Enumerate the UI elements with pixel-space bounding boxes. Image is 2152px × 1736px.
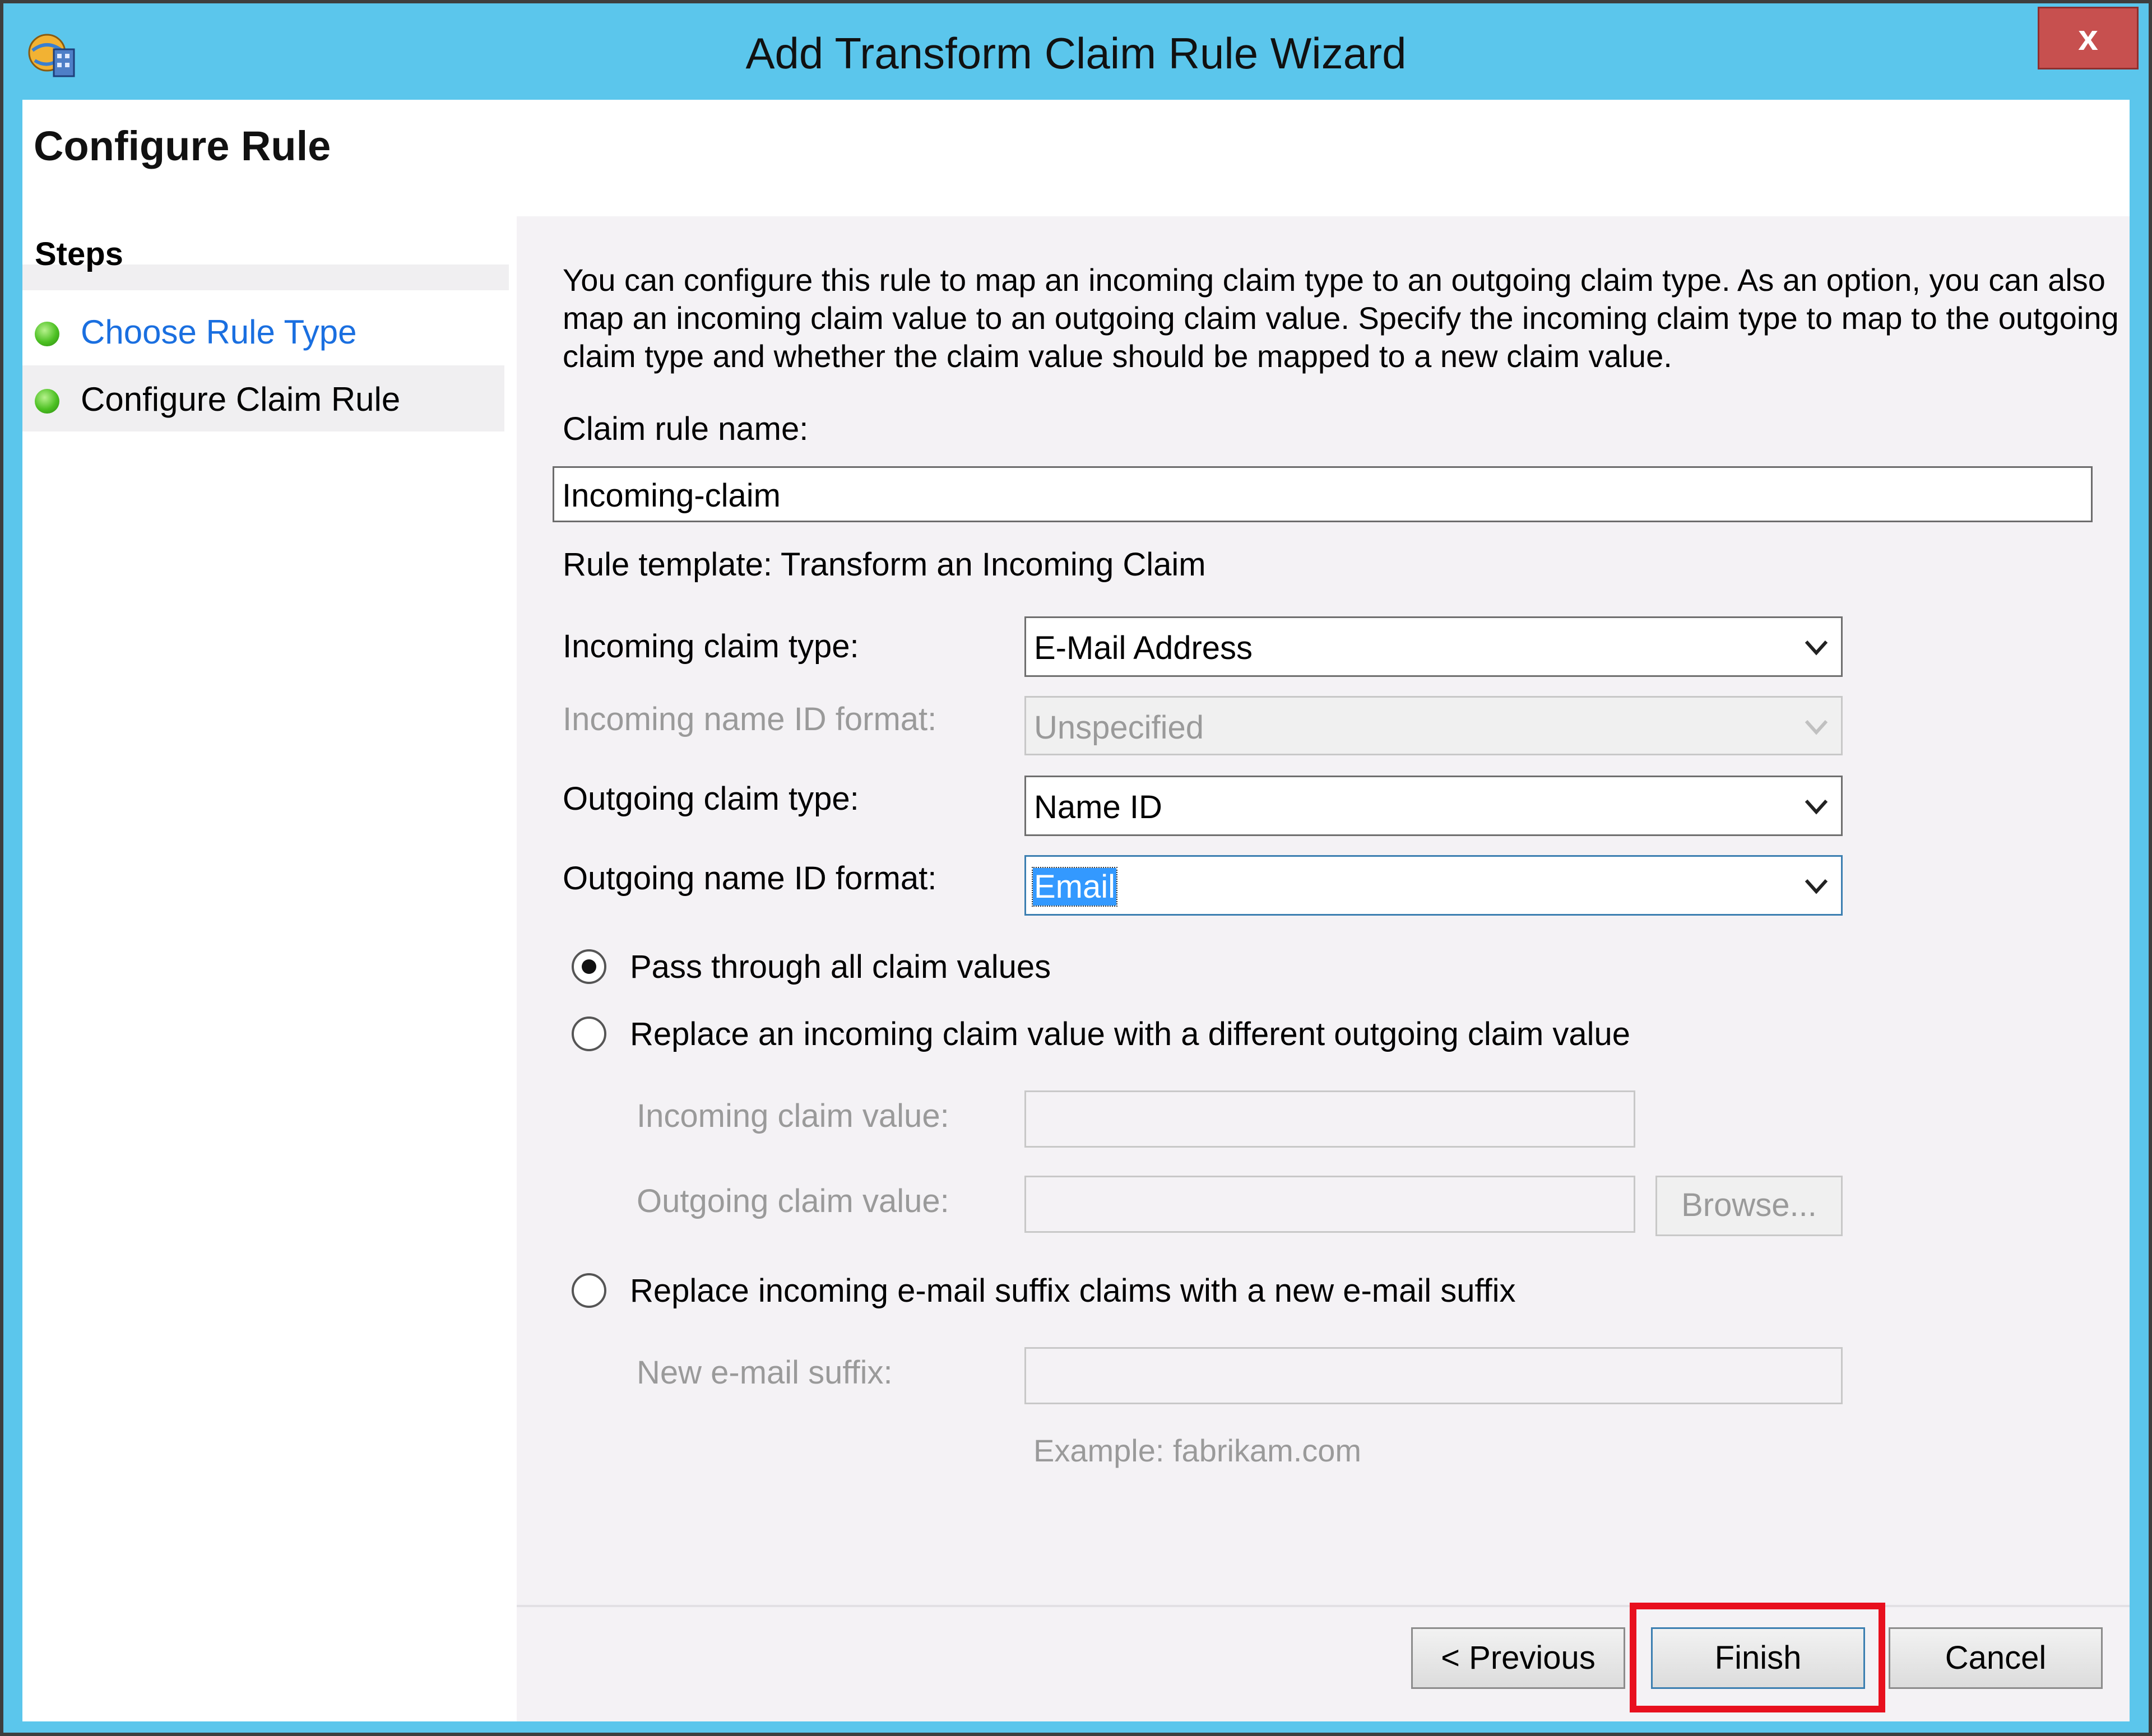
chevron-down-icon (1802, 792, 1831, 821)
cancel-button[interactable]: Cancel (1889, 1627, 2103, 1689)
configure-rule-panel: You can configure this rule to map an in… (517, 216, 2130, 1721)
finish-highlight-box (1630, 1603, 1885, 1712)
wizard-body: Steps Choose Rule Type Configure Claim R… (22, 216, 2130, 1721)
chevron-down-icon (1802, 712, 1831, 741)
incoming-claim-type-value: E-Mail Address (1034, 630, 1253, 666)
incoming-claim-type-select[interactable]: E-Mail Address (1024, 616, 1843, 677)
chevron-down-icon (1802, 871, 1831, 901)
incoming-claim-value-input (1024, 1090, 1635, 1148)
incoming-claim-type-label: Incoming claim type: (563, 628, 859, 665)
replace-claim-value-radio[interactable] (572, 1016, 606, 1051)
step-label: Choose Rule Type (81, 313, 357, 351)
replace-email-suffix-radio[interactable] (572, 1273, 606, 1308)
rule-template-text: Rule template: Transform an Incoming Cla… (563, 546, 1206, 583)
outgoing-claim-type-select[interactable]: Name ID (1024, 776, 1843, 836)
outgoing-claim-value-label: Outgoing claim value: (637, 1183, 949, 1219)
wizard-header: Configure Rule (22, 100, 2130, 216)
chevron-down-icon (1802, 633, 1831, 662)
outgoing-claim-type-value: Name ID (1034, 789, 1162, 825)
incoming-name-id-format-select: Unspecified (1024, 696, 1843, 755)
steps-heading: Steps (35, 236, 123, 272)
outgoing-name-id-format-label: Outgoing name ID format: (563, 860, 937, 897)
close-icon: x (2078, 17, 2098, 58)
step-complete-icon (35, 322, 59, 346)
footer-divider (517, 1605, 2130, 1607)
step-label: Configure Claim Rule (81, 380, 401, 418)
new-email-suffix-label: New e-mail suffix: (637, 1354, 893, 1391)
incoming-name-id-format-value: Unspecified (1034, 709, 1204, 746)
instructions-text: You can configure this rule to map an in… (563, 262, 2119, 374)
step-item-configure-claim-rule: Configure Claim Rule (22, 365, 504, 431)
step-item-choose-rule-type[interactable]: Choose Rule Type (22, 298, 504, 364)
page-title: Configure Rule (34, 123, 331, 169)
outgoing-name-id-format-value: Email (1031, 867, 1118, 907)
replace-email-suffix-label[interactable]: Replace incoming e-mail suffix claims wi… (630, 1272, 1516, 1310)
outgoing-claim-type-label: Outgoing claim type: (563, 781, 859, 817)
close-button[interactable]: x (2038, 7, 2139, 69)
claim-rule-name-label: Claim rule name: (563, 411, 809, 447)
incoming-claim-value-label: Incoming claim value: (637, 1098, 949, 1134)
previous-button[interactable]: < Previous (1411, 1627, 1625, 1689)
radio-selected-dot (582, 959, 596, 974)
browse-button: Browse... (1655, 1176, 1843, 1236)
claim-rule-name-value: Incoming-claim (562, 477, 781, 514)
steps-sidebar: Steps Choose Rule Type Configure Claim R… (22, 216, 509, 1721)
window-title: Add Transform Claim Rule Wizard (745, 29, 1407, 78)
suffix-example-text: Example: fabrikam.com (1033, 1433, 1362, 1468)
outgoing-claim-value-input (1024, 1176, 1635, 1233)
incoming-name-id-format-label: Incoming name ID format: (563, 701, 937, 737)
replace-claim-value-label[interactable]: Replace an incoming claim value with a d… (630, 1015, 1630, 1053)
new-email-suffix-input (1024, 1347, 1843, 1404)
step-current-icon (35, 389, 59, 414)
outgoing-name-id-format-select[interactable]: Email (1024, 855, 1843, 916)
pass-through-label[interactable]: Pass through all claim values (630, 948, 1051, 986)
pane-separator (509, 216, 517, 1721)
pass-through-radio[interactable] (572, 949, 606, 984)
claim-rule-name-input[interactable]: Incoming-claim (553, 466, 2093, 522)
